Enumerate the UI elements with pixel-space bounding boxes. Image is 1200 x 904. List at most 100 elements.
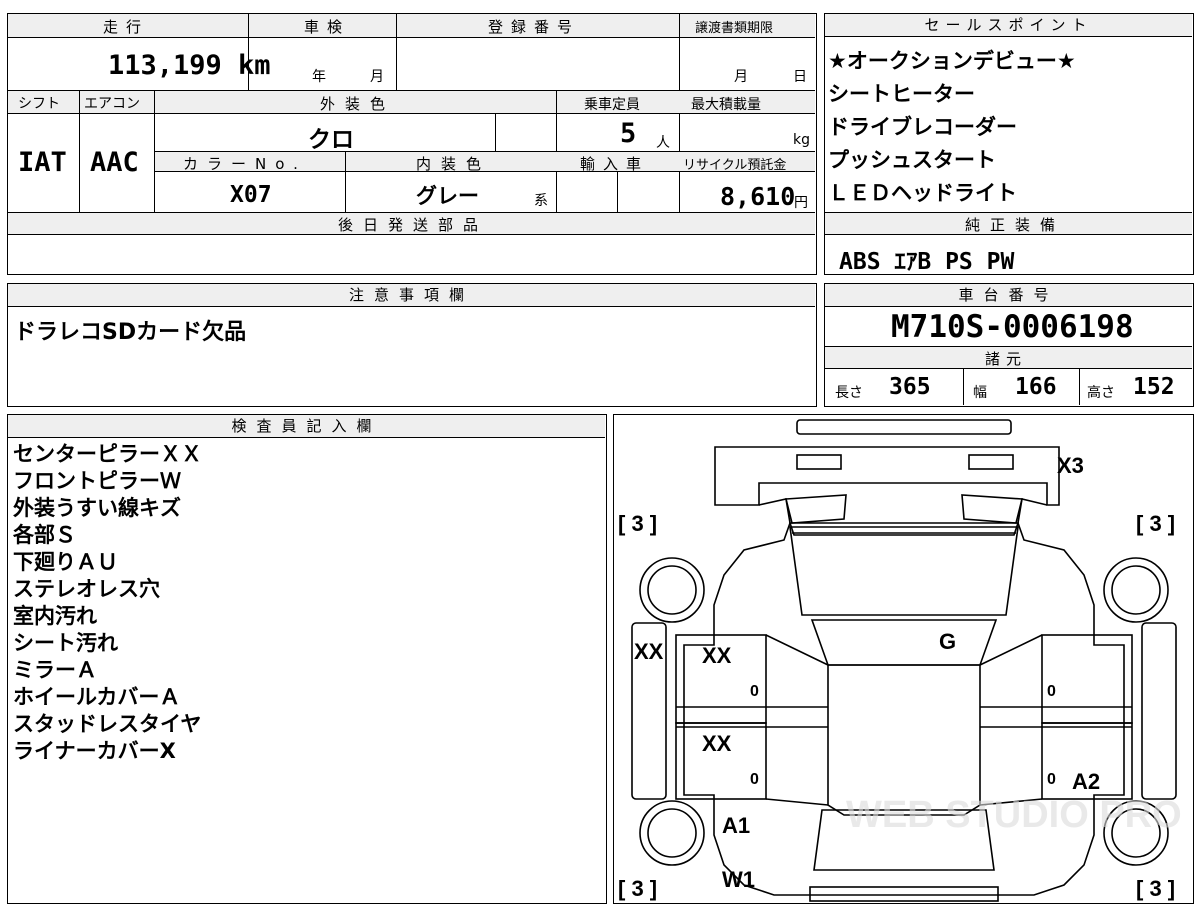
- inspector-item: シート汚れ: [13, 631, 118, 655]
- genuine-equipment-value: ABS ｴｱB PS PW: [839, 249, 1015, 275]
- recycle-value: 8,610: [720, 182, 796, 211]
- rear-mark: X3: [1057, 453, 1084, 478]
- length-label: 長さ: [835, 385, 863, 401]
- door-small-mark: 0: [750, 771, 759, 788]
- left-rear-quarter-mark: A1: [722, 813, 750, 838]
- shift-label: シフト: [18, 96, 60, 112]
- right-door-bar: [980, 706, 1132, 728]
- transfer-day-unit: 日: [793, 69, 807, 85]
- roof-mark: G: [939, 629, 956, 654]
- exterior-color-value: クロ: [308, 127, 354, 153]
- sales-point-item: プッシュスタート: [828, 148, 996, 172]
- sales-points-list: ★オークションデビュー★ シートヒーター ドライブレコーダー プッシュスタート …: [828, 45, 1076, 210]
- wheel-rear-left-inner: [647, 565, 697, 615]
- right-door-edge: [979, 634, 1043, 806]
- wheel-front-left-inner: [647, 808, 697, 858]
- mileage-value: 113,199 km: [108, 50, 271, 81]
- transfer-month-unit: 月: [734, 69, 748, 85]
- sales-point-item: ★オークションデビュー★: [828, 49, 1076, 73]
- divider: [1079, 369, 1080, 405]
- transfer-doc-label: 譲渡書類期限: [695, 21, 774, 36]
- recycle-unit: 円: [794, 195, 808, 211]
- later-parts-label: 後日発送部品: [338, 216, 489, 234]
- divider: [396, 14, 397, 90]
- rear-lamp-left: [796, 454, 842, 470]
- inspector-item: ライナーカバーX: [13, 739, 176, 763]
- wheel-rear-right: [1103, 557, 1169, 623]
- width-value: 166: [1015, 374, 1057, 400]
- rear-window-left: [784, 494, 847, 524]
- height-value: 152: [1133, 374, 1175, 400]
- right-rear-quarter-mark: A2: [1072, 769, 1100, 794]
- interior-color-suffix: 系: [534, 193, 548, 209]
- inspector-item: フロントピラーＷ: [13, 469, 181, 493]
- notes-value: ドラレコSDカード欠品: [14, 320, 247, 345]
- divider: [345, 151, 346, 212]
- capacity-unit: 人: [656, 135, 670, 151]
- height-label: 高さ: [1087, 385, 1115, 401]
- door-small-mark: 0: [750, 683, 759, 700]
- spec-label: 諸元: [985, 350, 1028, 368]
- inspection-month-unit: 月: [370, 69, 384, 85]
- door-small-mark: 0: [1047, 771, 1056, 788]
- rear-lamp-right: [968, 454, 1014, 470]
- right-pillar: [1141, 622, 1177, 800]
- rear-window-right: [961, 494, 1024, 524]
- tread-rear-left: [ 3 ]: [618, 511, 657, 536]
- color-no-label: カラーNo.: [183, 155, 307, 173]
- notes-panel: 注意事項欄 ドラレコSDカード欠品: [7, 283, 817, 407]
- inspector-item: 室内汚れ: [13, 604, 97, 628]
- wheel-rear-left: [639, 557, 705, 623]
- roof: [789, 526, 1019, 616]
- divider: [495, 113, 496, 151]
- wheel-rear-right-inner: [1111, 565, 1161, 615]
- chassis-panel: 車台番号 M710S-0006198 諸元 長さ 365 幅 166 高さ 15…: [824, 283, 1194, 407]
- divider: [617, 172, 618, 212]
- length-value: 365: [889, 374, 931, 400]
- interior-color-label: 内装色: [416, 155, 492, 173]
- front-bumper: [809, 886, 999, 902]
- interior-color-value: グレー: [416, 184, 479, 208]
- genuine-equipment-label: 純正装備: [965, 216, 1066, 234]
- left-door-bar: [676, 706, 828, 728]
- inspector-label: 検査員記入欄: [8, 415, 605, 438]
- notes-label: 注意事項欄: [8, 284, 815, 307]
- front-mark: W1: [722, 867, 755, 892]
- capacity-value: 5: [620, 118, 637, 149]
- inspector-item: センターピラーＸＸ: [13, 442, 202, 466]
- watermark: WEB STUDIO PRO: [846, 794, 1182, 836]
- chassis-label: 車台番号: [825, 284, 1192, 307]
- cabin: [827, 664, 981, 816]
- color-no-value: X07: [230, 182, 272, 208]
- windshield: [810, 619, 998, 666]
- mileage-label: 走行: [103, 18, 150, 36]
- inspector-list: センターピラーＸＸ フロントピラーＷ 外装うすい線キズ 各部Ｓ 下廻りＡＵ ステ…: [13, 441, 202, 765]
- chassis-number: M710S-0006198: [891, 309, 1134, 345]
- divider: [79, 90, 80, 212]
- import-label: 輸入車: [580, 155, 650, 173]
- door-small-mark: 0: [1047, 683, 1056, 700]
- tread-front-right: [ 3 ]: [1136, 876, 1175, 901]
- exterior-color-label: 外装色: [320, 95, 396, 113]
- wheel-front-left: [639, 800, 705, 866]
- capacity-label: 乗車定員: [584, 97, 640, 113]
- left-door-edge: [765, 634, 829, 806]
- tread-rear-right: [ 3 ]: [1136, 511, 1175, 536]
- inspector-item: ステレオレス穴: [13, 577, 160, 601]
- rear-bumper: [796, 419, 1012, 435]
- inspector-item: 外装うすい線キズ: [13, 496, 181, 520]
- inspector-panel: 検査員記入欄 センターピラーＸＸ フロントピラーＷ 外装うすい線キズ 各部Ｓ 下…: [7, 414, 607, 904]
- left-pillar-mark: XX: [634, 639, 664, 664]
- right-front-door: [1041, 634, 1133, 724]
- max-load-label: 最大積載量: [691, 97, 761, 113]
- inspector-item: ミラーＡ: [13, 658, 97, 682]
- sales-point-item: ドライブレコーダー: [828, 115, 1017, 139]
- inspector-item: ホイールカバーＡ: [13, 685, 181, 709]
- car-diagram: [ 3 ] [ 3 ] [ 3 ] [ 3 ] X3 XX XX XX G A2…: [618, 419, 1182, 902]
- tread-front-left: [ 3 ]: [618, 876, 657, 901]
- recycle-label: リサイクル預託金: [683, 158, 787, 173]
- divider: [963, 369, 964, 405]
- sales-points-panel: セールスポイント ★オークションデビュー★ シートヒーター ドライブレコーダー …: [824, 13, 1194, 275]
- left-front-door-mark: XX: [702, 643, 732, 668]
- sales-points-label: セールスポイント: [825, 14, 1192, 37]
